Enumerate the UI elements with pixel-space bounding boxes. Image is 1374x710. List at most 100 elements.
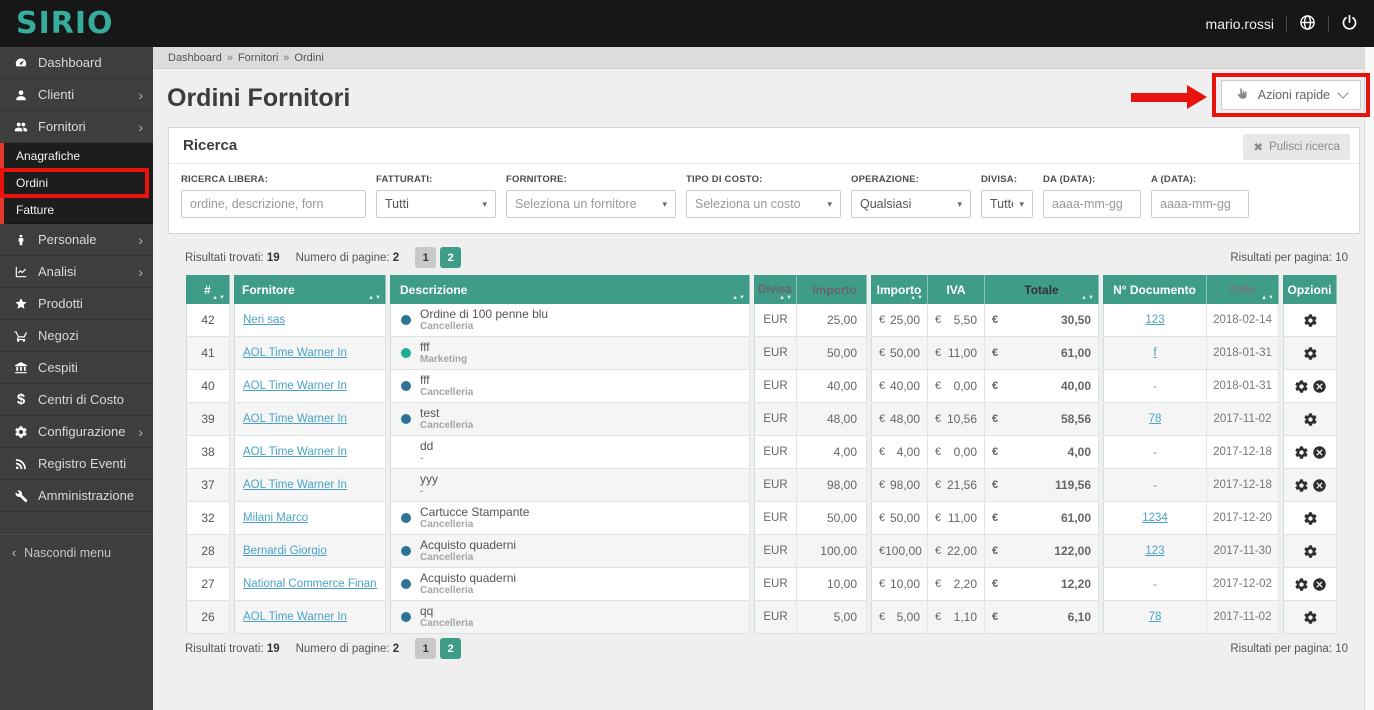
supplier-link[interactable]: AOL Time Warner In bbox=[243, 479, 347, 491]
row-options-gear-icon[interactable] bbox=[1303, 544, 1318, 559]
document-link[interactable]: 78 bbox=[1149, 413, 1162, 425]
row-options-gear-icon[interactable] bbox=[1303, 412, 1318, 427]
row-options-gear-icon[interactable] bbox=[1294, 445, 1309, 460]
cell-date: 2018-01-31 bbox=[1207, 370, 1279, 403]
document-link[interactable]: 123 bbox=[1145, 314, 1164, 326]
row-options-gear-icon[interactable] bbox=[1294, 478, 1309, 493]
currency-select[interactable]: Tutte ▾ bbox=[981, 190, 1033, 218]
logout-power-button[interactable] bbox=[1341, 14, 1358, 34]
row-delete-icon[interactable] bbox=[1312, 478, 1327, 493]
sort-arrows-icon[interactable]: ▲▼ bbox=[212, 295, 226, 301]
supplier-link[interactable]: AOL Time Warner In bbox=[243, 446, 347, 458]
row-options-gear-icon[interactable] bbox=[1294, 577, 1309, 592]
sidebar-item-configurazione[interactable]: Configurazione › bbox=[0, 416, 153, 448]
filter-label: TIPO DI COSTO: bbox=[686, 174, 763, 185]
cell-date: 2017-11-30 bbox=[1207, 535, 1279, 568]
sort-arrows-icon[interactable]: ▲▼ bbox=[1261, 295, 1275, 301]
column-header-divisa[interactable]: Divisa ▲▼ bbox=[754, 275, 797, 304]
collapse-menu-button[interactable]: ‹ Nascondi menu bbox=[0, 534, 153, 571]
sidebar-item-clienti[interactable]: Clienti › bbox=[0, 79, 153, 111]
sidebar-subitem-ordini[interactable]: Ordini bbox=[0, 168, 153, 198]
cell-totale: €12,20 bbox=[985, 568, 1099, 601]
language-globe-button[interactable] bbox=[1299, 14, 1316, 34]
divider bbox=[1286, 15, 1287, 32]
sort-arrows-icon[interactable]: ▲▼ bbox=[1081, 295, 1095, 301]
supplier-link[interactable]: Neri sas bbox=[243, 314, 285, 326]
sort-arrows-icon[interactable]: ▲▼ bbox=[368, 295, 382, 301]
cell-divisa: EUR bbox=[754, 601, 797, 634]
select-caret-icon: ▾ bbox=[1019, 198, 1024, 209]
sort-arrows-icon[interactable]: ▲▼ bbox=[779, 295, 793, 301]
page-button-1[interactable]: 1 bbox=[415, 638, 437, 659]
row-options-gear-icon[interactable] bbox=[1303, 313, 1318, 328]
column-header-descrizione[interactable]: Descrizione ▲▼ bbox=[390, 275, 750, 304]
row-options-gear-icon[interactable] bbox=[1303, 610, 1318, 625]
supplier-link[interactable]: AOL Time Warner In bbox=[243, 380, 347, 392]
page-button-2[interactable]: 2 bbox=[440, 638, 462, 659]
sidebar-item-amministrazione[interactable]: Amministrazione bbox=[0, 480, 153, 512]
column-header-totale[interactable]: Totale ▲▼ bbox=[985, 275, 1099, 304]
sidebar-item-dashboard[interactable]: Dashboard bbox=[0, 47, 153, 79]
row-delete-icon[interactable] bbox=[1312, 577, 1327, 592]
currency-symbol: € bbox=[935, 446, 942, 458]
quick-actions-button[interactable]: Azioni rapide bbox=[1220, 80, 1361, 110]
breadcrumb-separator: » bbox=[226, 51, 233, 64]
supplier-link[interactable]: AOL Time Warner In bbox=[243, 413, 347, 425]
supplier-link[interactable]: Bernardi Giorgio bbox=[243, 545, 327, 557]
supplier-select[interactable]: Seleziona un fornitore ▾ bbox=[506, 190, 676, 218]
document-link[interactable]: 1234 bbox=[1142, 512, 1168, 524]
currency-symbol: € bbox=[935, 512, 942, 524]
supplier-link[interactable]: National Commerce Financial Cor... bbox=[243, 578, 377, 590]
breadcrumb: Dashboard » Fornitori » Ordini bbox=[153, 47, 1374, 69]
breadcrumb-item-ordini[interactable]: Ordini bbox=[294, 52, 323, 64]
date-from-input[interactable] bbox=[1043, 190, 1141, 218]
clear-search-button[interactable]: ✖ Pulisci ricerca bbox=[1243, 134, 1350, 160]
cost-type-select[interactable]: Seleziona un costo ▾ bbox=[686, 190, 841, 218]
cell-iva: €0,00 bbox=[928, 436, 985, 469]
document-link[interactable]: 78 bbox=[1149, 611, 1162, 623]
column-header-importo[interactable]: Importo ▲▼ bbox=[871, 275, 928, 304]
column-header-num[interactable]: # ▲▼ bbox=[186, 275, 230, 304]
document-link[interactable]: f bbox=[1153, 347, 1156, 359]
row-delete-icon[interactable] bbox=[1312, 445, 1327, 460]
cell-fornitore: Bernardi Giorgio bbox=[234, 535, 386, 568]
amount-value: 122,00 bbox=[1054, 544, 1091, 558]
row-delete-icon[interactable] bbox=[1312, 379, 1327, 394]
row-options-gear-icon[interactable] bbox=[1303, 346, 1318, 361]
amount-value: 11,00 bbox=[947, 511, 977, 525]
sidebar-item-cespiti[interactable]: Cespiti bbox=[0, 352, 153, 384]
sidebar-item-centri-di-costo[interactable]: $ Centri di Costo bbox=[0, 384, 153, 416]
breadcrumb-item-fornitori[interactable]: Fornitori bbox=[238, 52, 278, 64]
free-search-input[interactable] bbox=[181, 190, 366, 218]
sidebar-subitem-anagrafiche[interactable]: Anagrafiche bbox=[4, 143, 153, 170]
supplier-link[interactable]: Milani Marco bbox=[243, 512, 308, 524]
breadcrumb-item-dashboard[interactable]: Dashboard bbox=[168, 52, 222, 64]
page-button-2[interactable]: 2 bbox=[440, 247, 462, 268]
date-to-input[interactable] bbox=[1151, 190, 1249, 218]
filter-field-currency: DIVISA: Tutte ▾ bbox=[981, 174, 1033, 218]
results-found: Risultati trovati: 19 bbox=[185, 642, 280, 655]
sidebar-item-negozi[interactable]: Negozi bbox=[0, 320, 153, 352]
sort-arrows-icon[interactable]: ▲▼ bbox=[732, 295, 746, 301]
sort-arrows-icon[interactable]: ▲▼ bbox=[910, 295, 924, 301]
document-link[interactable]: 123 bbox=[1145, 545, 1164, 557]
sidebar-item-analisi[interactable]: Analisi › bbox=[0, 256, 153, 288]
supplier-link[interactable]: AOL Time Warner In bbox=[243, 611, 347, 623]
sidebar-item-fornitori[interactable]: Fornitori › bbox=[0, 111, 153, 143]
row-options-gear-icon[interactable] bbox=[1303, 511, 1318, 526]
page-button-1[interactable]: 1 bbox=[415, 247, 437, 268]
sidebar-subitem-fatture[interactable]: Fatture bbox=[4, 197, 153, 224]
operation-select[interactable]: Qualsiasi ▾ bbox=[851, 190, 971, 218]
sidebar-item-personale[interactable]: Personale › bbox=[0, 224, 153, 256]
supplier-link[interactable]: AOL Time Warner In bbox=[243, 347, 347, 359]
chevron-right-icon: › bbox=[138, 231, 143, 248]
sidebar-item-registro-eventi[interactable]: Registro Eventi bbox=[0, 448, 153, 480]
scrollbar[interactable] bbox=[1364, 47, 1374, 710]
row-options-gear-icon[interactable] bbox=[1294, 379, 1309, 394]
table-row: 42 Neri sas Ordine di 100 penne blu Cancell… bbox=[186, 304, 1346, 337]
sidebar-item-prodotti[interactable]: Prodotti bbox=[0, 288, 153, 320]
sidebar-item-label: Amministrazione bbox=[38, 488, 135, 503]
column-header-data[interactable]: Data ▲▼ bbox=[1207, 275, 1279, 304]
invoiced-select[interactable]: Tutti ▾ bbox=[376, 190, 496, 218]
column-header-fornitore[interactable]: Fornitore ▲▼ bbox=[234, 275, 386, 304]
